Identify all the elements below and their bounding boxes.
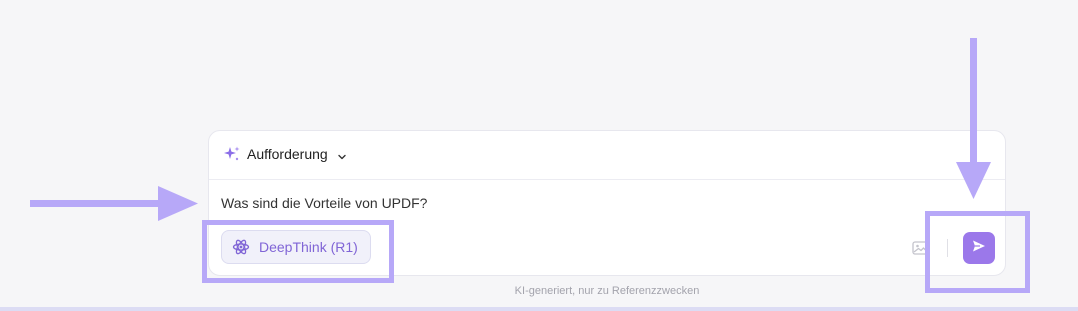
- chevron-down-icon: [337, 149, 347, 160]
- left-arrow: [30, 186, 198, 221]
- ai-disclaimer: KI-generiert, nur zu Referenzzwecken: [514, 285, 700, 297]
- bottom-strip: [0, 307, 1078, 311]
- prompt-dropdown-label: Aufforderung: [247, 146, 328, 162]
- send-highlight-box: [925, 211, 1030, 293]
- chat-card-header: Aufforderung: [209, 131, 1005, 180]
- sparkle-icon: [223, 145, 241, 163]
- deepthink-highlight-box: [202, 220, 394, 283]
- prompt-dropdown[interactable]: Aufforderung: [223, 145, 347, 163]
- message-input[interactable]: Was sind die Vorteile von UPDF?: [221, 195, 427, 211]
